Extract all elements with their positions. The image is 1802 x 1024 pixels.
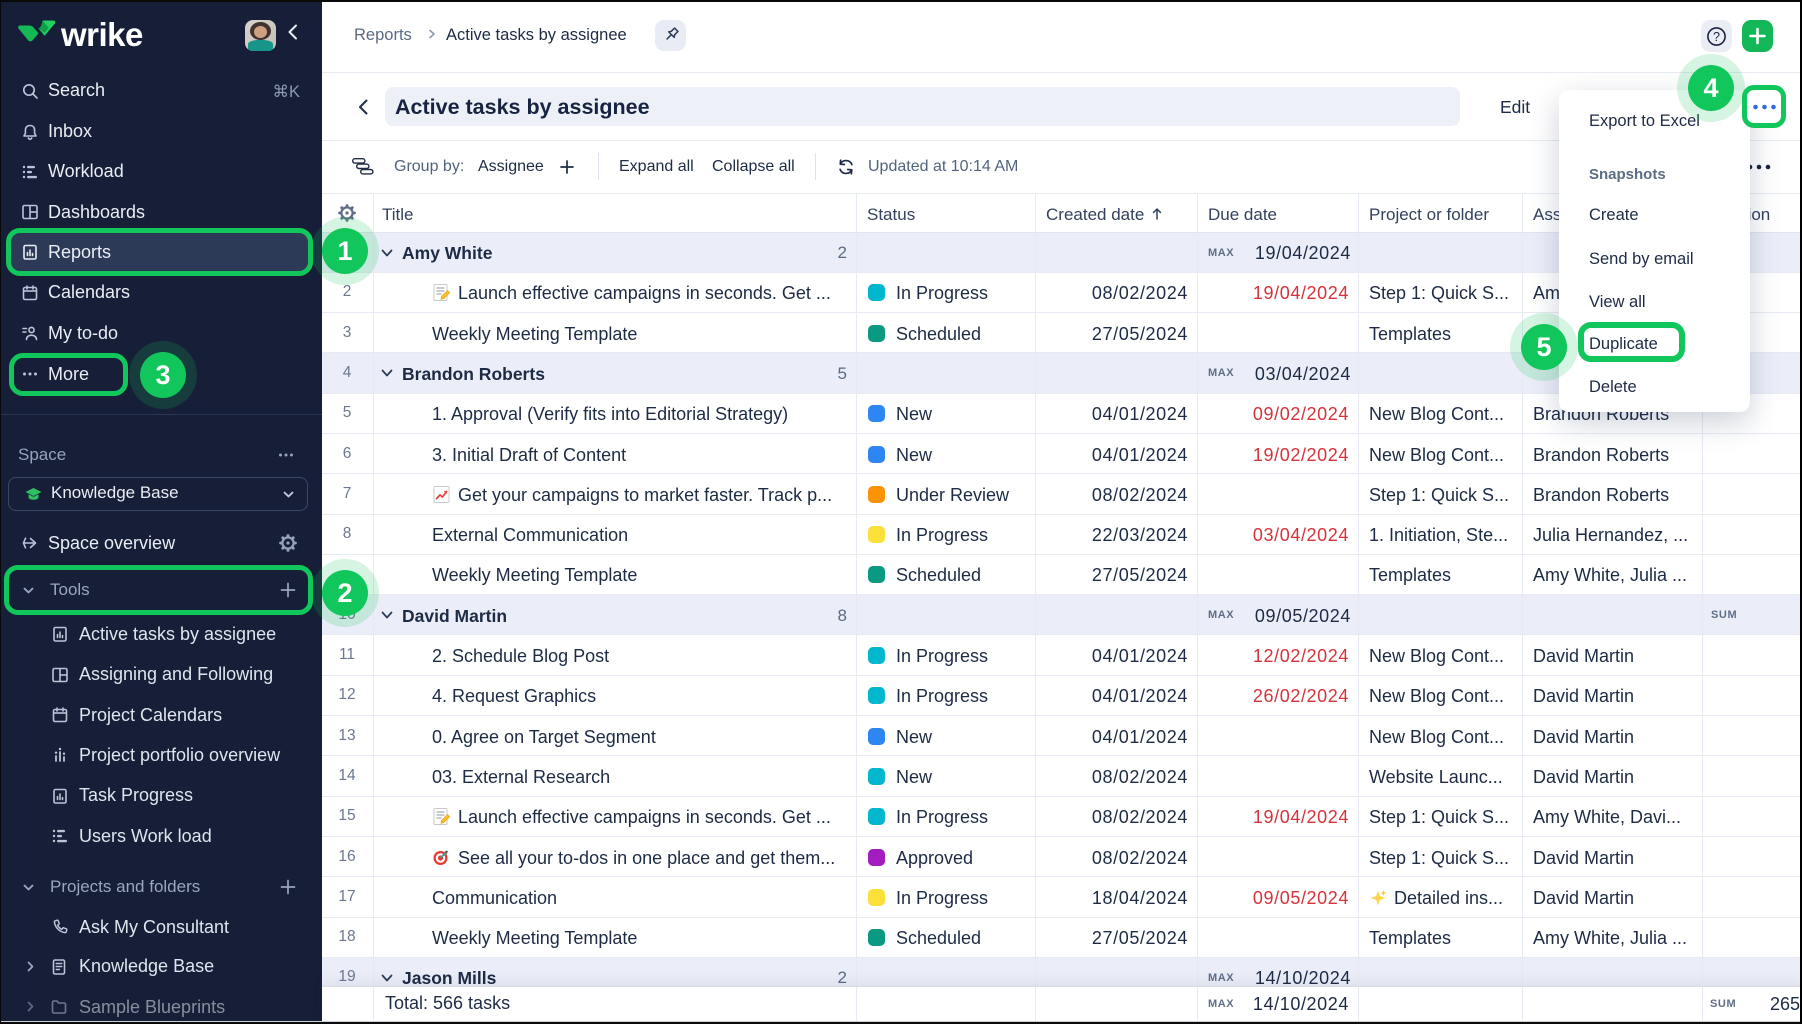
svg-text:?: ?: [1713, 30, 1720, 44]
